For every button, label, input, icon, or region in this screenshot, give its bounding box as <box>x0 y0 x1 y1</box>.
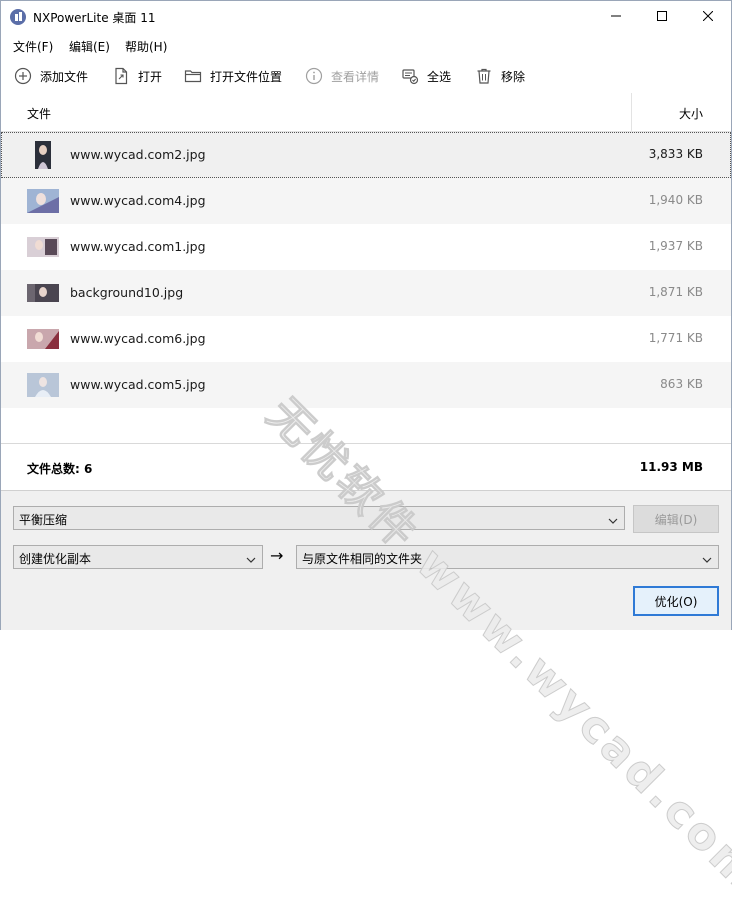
column-header-file[interactable]: 文件 <box>27 105 51 122</box>
file-size: 863 KB <box>660 377 703 391</box>
remove-label: 移除 <box>501 69 526 84</box>
file-row[interactable]: www.wycad.com2.jpg 3,833 KB <box>1 132 731 178</box>
output-mode-value: 创建优化副本 <box>19 552 92 566</box>
file-name: www.wycad.com6.jpg <box>70 331 206 346</box>
image-thumbnail <box>27 325 59 353</box>
file-name: www.wycad.com1.jpg <box>70 239 206 254</box>
file-row[interactable]: background10.jpg 1,871 KB <box>1 270 731 316</box>
column-divider[interactable] <box>631 93 632 131</box>
select-all-icon <box>401 67 419 85</box>
file-row[interactable]: www.wycad.com5.jpg 863 KB <box>1 362 731 408</box>
arrow-right-icon: → <box>270 546 284 565</box>
folder-icon <box>184 67 202 85</box>
app-window: NXPowerLite 桌面 11 文件(F) 编辑(E) 帮助(H) 添加文件… <box>0 0 732 902</box>
file-size: 1,940 KB <box>648 193 703 207</box>
select-all-button[interactable]: 全选 <box>401 63 451 89</box>
file-size: 1,771 KB <box>648 331 703 345</box>
file-list[interactable]: 文件 大小 www.wycad.com2.jpg 3,833 KB www.wy… <box>1 93 731 443</box>
destination-value: 与原文件相同的文件夹 <box>302 552 423 566</box>
menu-bar: 文件(F) 编辑(E) 帮助(H) <box>1 35 731 57</box>
view-details-label: 查看详情 <box>331 69 380 84</box>
open-button[interactable]: 打开 <box>112 63 162 89</box>
output-mode-select[interactable]: 创建优化副本 <box>13 545 263 569</box>
image-thumbnail <box>27 371 59 399</box>
maximize-button[interactable] <box>639 1 685 31</box>
plus-circle-icon <box>14 67 32 85</box>
profile-select[interactable]: 平衡压缩 <box>13 506 625 530</box>
trash-icon <box>475 67 493 85</box>
info-icon <box>305 67 323 85</box>
file-name: www.wycad.com4.jpg <box>70 193 206 208</box>
chevron-down-icon <box>608 514 618 528</box>
title-bar[interactable]: NXPowerLite 桌面 11 <box>1 1 731 33</box>
profile-select-value: 平衡压缩 <box>19 513 68 527</box>
view-details-button[interactable]: 查看详情 <box>305 63 379 89</box>
destination-select[interactable]: 与原文件相同的文件夹 <box>296 545 719 569</box>
minimize-button[interactable] <box>593 1 639 31</box>
open-label: 打开 <box>138 69 163 84</box>
file-name: background10.jpg <box>70 285 184 300</box>
select-all-label: 全选 <box>427 69 452 84</box>
file-size: 1,937 KB <box>648 239 703 253</box>
summary-bar: 文件总数: 6 11.93 MB <box>1 443 731 490</box>
file-count: 文件总数: 6 <box>27 462 93 476</box>
image-thumbnail <box>27 187 59 215</box>
image-thumbnail <box>27 141 59 169</box>
list-header: 文件 大小 <box>1 93 731 132</box>
menu-file[interactable]: 文件(F) <box>13 38 53 55</box>
file-open-icon <box>112 67 130 85</box>
file-row[interactable]: www.wycad.com1.jpg 1,937 KB <box>1 224 731 270</box>
add-files-button[interactable]: 添加文件 <box>14 63 88 89</box>
image-thumbnail <box>27 233 59 261</box>
toolbar: 添加文件 打开 打开文件位置 查看详情 全选 移除 <box>1 63 731 91</box>
remove-button[interactable]: 移除 <box>475 63 525 89</box>
add-files-label: 添加文件 <box>40 69 89 84</box>
menu-help[interactable]: 帮助(H) <box>125 38 167 55</box>
file-size: 1,871 KB <box>648 285 703 299</box>
window-title: NXPowerLite 桌面 11 <box>33 11 156 25</box>
column-header-size[interactable]: 大小 <box>679 105 703 122</box>
file-name: www.wycad.com5.jpg <box>70 377 206 392</box>
file-size: 3,833 KB <box>648 147 703 161</box>
open-location-button[interactable]: 打开文件位置 <box>184 63 282 89</box>
open-location-label: 打开文件位置 <box>210 69 283 84</box>
close-button[interactable] <box>685 1 731 31</box>
options-panel: 平衡压缩 编辑(D) 创建优化副本 → 与原文件相同的文件夹 优化(O) <box>1 490 731 630</box>
chevron-down-icon <box>246 553 256 567</box>
app-logo-icon <box>9 8 27 26</box>
optimize-button[interactable]: 优化(O) <box>633 586 719 616</box>
menu-edit[interactable]: 编辑(E) <box>69 38 110 55</box>
file-name: www.wycad.com2.jpg <box>70 147 206 162</box>
chevron-down-icon <box>702 553 712 567</box>
file-row[interactable]: www.wycad.com4.jpg 1,940 KB <box>1 178 731 224</box>
edit-profile-button[interactable]: 编辑(D) <box>633 505 719 533</box>
total-size: 11.93 MB <box>639 460 703 474</box>
image-thumbnail <box>27 279 59 307</box>
file-row[interactable]: www.wycad.com6.jpg 1,771 KB <box>1 316 731 362</box>
